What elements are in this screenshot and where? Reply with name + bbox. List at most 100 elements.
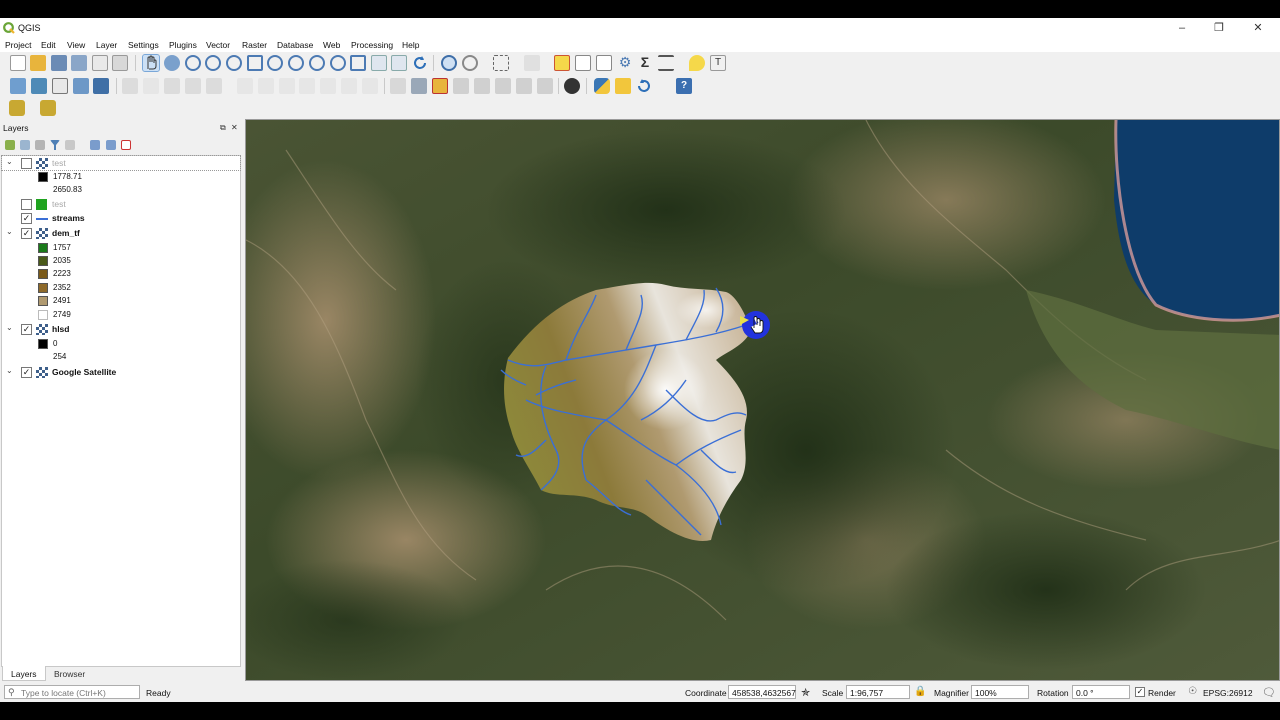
processing-toolbox-icon[interactable]: ⚙ — [617, 55, 633, 71]
deselect-icon[interactable] — [554, 55, 570, 71]
restore-button[interactable]: ❐ — [1209, 20, 1229, 36]
pin-labels-icon[interactable] — [432, 78, 448, 94]
float-panel-icon[interactable]: ⧉ — [220, 123, 226, 133]
layer-visibility-checkbox[interactable]: ✓ — [21, 367, 32, 378]
zoom-native-icon[interactable] — [309, 55, 325, 71]
layer-row-hlsd[interactable]: ⌄ ✓ hlsd — [2, 322, 240, 336]
collapse-arrow-icon[interactable]: ⌄ — [6, 157, 13, 166]
collapse-arrow-icon[interactable]: ⌄ — [6, 323, 13, 332]
label-toolbar-icon[interactable] — [390, 78, 406, 94]
save-edits-icon[interactable] — [164, 78, 180, 94]
layer-row-streams[interactable]: ✓ streams — [2, 211, 240, 225]
pan-map-icon[interactable] — [142, 54, 160, 72]
save-project-icon[interactable] — [51, 55, 67, 71]
menu-settings[interactable]: Settings — [128, 40, 159, 50]
zoom-out-icon[interactable] — [205, 55, 221, 71]
layout-manager-icon[interactable] — [112, 55, 128, 71]
move-label-icon[interactable] — [474, 78, 490, 94]
lock-scale-icon[interactable]: 🔒 — [914, 686, 926, 697]
show-hide-labels-icon[interactable] — [453, 78, 469, 94]
locator-search-input[interactable]: Type to locate (Ctrl+K) — [4, 685, 140, 699]
menu-project[interactable]: Project — [5, 40, 31, 50]
menu-processing[interactable]: Processing — [351, 40, 393, 50]
layer-visibility-checkbox[interactable]: ✓ — [21, 213, 32, 224]
layer-visibility-checkbox[interactable] — [21, 158, 32, 169]
statistical-summary-icon[interactable]: Σ — [637, 55, 653, 71]
change-label-icon[interactable] — [516, 78, 532, 94]
filter-legend-icon[interactable] — [50, 140, 60, 150]
cut-features-icon[interactable] — [279, 78, 295, 94]
map-tips-icon[interactable] — [689, 55, 705, 71]
close-panel-icon[interactable]: ✕ — [231, 123, 238, 132]
rotate-label-icon[interactable] — [495, 78, 511, 94]
map-canvas[interactable] — [245, 119, 1280, 681]
scale-combobox[interactable]: 1:96,757 — [846, 685, 910, 699]
plugin-wand-icon[interactable] — [615, 78, 631, 94]
measure-line-icon[interactable] — [658, 55, 674, 71]
layer-visibility-checkbox[interactable]: ✓ — [21, 324, 32, 335]
open-project-icon[interactable] — [30, 55, 46, 71]
magnifier-spinbox[interactable]: 100% — [971, 685, 1029, 699]
menu-web[interactable]: Web — [323, 40, 340, 50]
minimize-button[interactable]: – — [1172, 20, 1192, 36]
help-contents-icon[interactable]: ? — [676, 78, 692, 94]
refresh-icon[interactable] — [412, 55, 428, 71]
field-calculator-icon[interactable] — [596, 55, 612, 71]
menu-raster[interactable]: Raster — [242, 40, 267, 50]
messages-icon[interactable]: 🗨 — [1262, 686, 1276, 699]
modify-attributes-icon[interactable] — [237, 78, 253, 94]
identify-features-icon[interactable] — [441, 55, 457, 71]
select-features-icon[interactable] — [493, 55, 509, 71]
collapse-all-icon[interactable] — [106, 140, 116, 150]
print-layout-icon[interactable] — [92, 55, 108, 71]
zoom-full-icon[interactable] — [247, 55, 263, 71]
temporal-controller-icon[interactable] — [391, 55, 407, 71]
layer-row-test-polygon[interactable]: test — [2, 197, 240, 211]
menu-vector[interactable]: Vector — [206, 40, 230, 50]
delete-selected-icon[interactable] — [258, 78, 274, 94]
menu-plugins[interactable]: Plugins — [169, 40, 197, 50]
layer-visibility-checkbox[interactable] — [21, 199, 32, 210]
layer-visibility-checkbox[interactable]: ✓ — [21, 228, 32, 239]
layer-row-google-satellite[interactable]: ⌄ ✓ Google Satellite — [2, 365, 240, 379]
new-temporary-layer-icon[interactable] — [93, 78, 109, 94]
layer-row-test-raster[interactable]: ⌄ test — [1, 155, 241, 171]
menu-layer[interactable]: Layer — [96, 40, 117, 50]
render-checkbox[interactable]: ✓ — [1135, 687, 1145, 697]
filter-expression-icon[interactable] — [65, 140, 75, 150]
vertex-tool-icon[interactable] — [206, 78, 222, 94]
menu-view[interactable]: View — [67, 40, 85, 50]
collapse-arrow-icon[interactable]: ⌄ — [6, 227, 13, 236]
new-spatialite-icon[interactable] — [73, 78, 89, 94]
current-edits-icon[interactable] — [122, 78, 138, 94]
zoom-in-icon[interactable] — [185, 55, 201, 71]
plugin-reload-icon[interactable] — [636, 78, 652, 94]
crs-button[interactable]: EPSG:26912 — [1203, 688, 1253, 698]
rotation-spinbox[interactable]: 0.0 ° — [1072, 685, 1130, 699]
text-annotation-icon[interactable]: T — [710, 55, 726, 71]
manage-map-themes-icon[interactable] — [35, 140, 45, 150]
tab-browser[interactable]: Browser — [46, 666, 93, 681]
new-geopackage-icon[interactable] — [31, 78, 47, 94]
new-shapefile-icon[interactable] — [52, 78, 68, 94]
plugin-globe-icon[interactable] — [564, 78, 580, 94]
zoom-next-icon[interactable] — [350, 55, 366, 71]
attribute-table-icon[interactable] — [575, 55, 591, 71]
paste-features-icon[interactable] — [320, 78, 336, 94]
crs-globe-icon[interactable]: ☉ — [1188, 686, 1197, 697]
layer-labeling-icon[interactable] — [411, 78, 427, 94]
close-button[interactable]: ✕ — [1248, 20, 1268, 36]
redo-icon[interactable] — [362, 78, 378, 94]
collapse-arrow-icon[interactable]: ⌄ — [6, 366, 13, 375]
add-feature-icon[interactable] — [185, 78, 201, 94]
select-by-value-icon[interactable] — [524, 55, 540, 71]
plugin-tool-1-icon[interactable] — [9, 100, 25, 116]
zoom-layer-icon[interactable] — [288, 55, 304, 71]
run-feature-action-icon[interactable] — [462, 55, 478, 71]
zoom-selection-icon[interactable] — [267, 55, 283, 71]
menu-edit[interactable]: Edit — [41, 40, 56, 50]
remove-layer-icon[interactable] — [121, 140, 131, 150]
open-layer-styling-icon[interactable] — [5, 140, 15, 150]
menu-help[interactable]: Help — [402, 40, 419, 50]
undo-icon[interactable] — [341, 78, 357, 94]
